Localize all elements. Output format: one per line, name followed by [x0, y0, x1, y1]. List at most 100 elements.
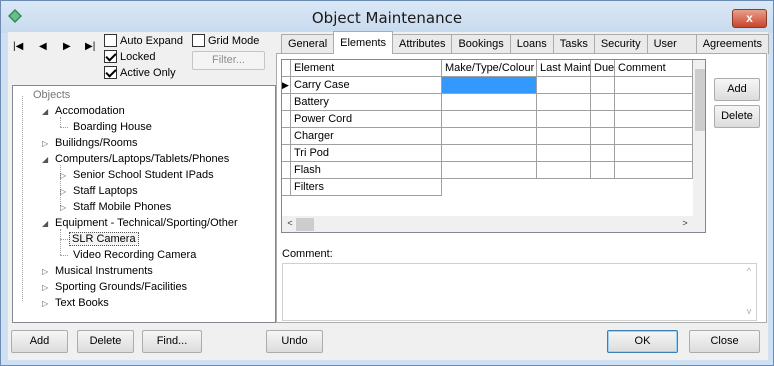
- table-row-cell[interactable]: Charger: [291, 128, 442, 145]
- scroll-down-icon[interactable]: v: [742, 306, 756, 316]
- expanded-triangle-icon[interactable]: ◢: [42, 108, 50, 116]
- active-only-checkbox[interactable]: Active Only: [104, 66, 176, 79]
- tab-agreements[interactable]: Agreements: [695, 34, 769, 54]
- object-tree[interactable]: Objects ◢ Accomodation Boarding House ▷ …: [12, 85, 276, 323]
- tab-tasks[interactable]: Tasks: [552, 34, 595, 54]
- scroll-right-icon[interactable]: >: [678, 218, 692, 228]
- collapsed-triangle-icon[interactable]: ▷: [60, 188, 68, 196]
- tree-node-boarding-house[interactable]: Boarding House: [71, 120, 154, 135]
- table-row-cell[interactable]: [591, 145, 615, 162]
- ok-button[interactable]: OK: [607, 330, 678, 353]
- collapsed-triangle-icon[interactable]: ▷: [42, 300, 50, 308]
- table-row-cell[interactable]: [537, 162, 591, 179]
- table-row-cell[interactable]: Carry Case: [291, 77, 442, 94]
- table-row-cell[interactable]: [615, 94, 693, 111]
- tab-elements[interactable]: Elements: [333, 31, 393, 54]
- table-row-cell[interactable]: [591, 94, 615, 111]
- table-row-cell[interactable]: Flash: [291, 162, 442, 179]
- previous-record-icon[interactable]: ◀: [39, 41, 47, 52]
- first-record-icon[interactable]: |◀: [13, 41, 23, 52]
- collapsed-triangle-icon[interactable]: ▷: [42, 268, 50, 276]
- tree-node-buildings[interactable]: Builidngs/Rooms: [53, 136, 140, 151]
- element-delete-button[interactable]: Delete: [714, 105, 760, 128]
- tree-node-laptops[interactable]: Staff Laptops: [71, 184, 140, 199]
- table-row-cell[interactable]: Filters: [291, 179, 442, 196]
- next-record-icon[interactable]: ▶: [63, 41, 71, 52]
- vertical-scroll-thumb[interactable]: [695, 69, 705, 131]
- tree-node-textbooks[interactable]: Text Books: [53, 296, 111, 311]
- table-row-cell[interactable]: [615, 111, 693, 128]
- horizontal-scroll-thumb[interactable]: [296, 218, 314, 231]
- scroll-up-icon[interactable]: ^: [742, 266, 756, 276]
- table-row-cell[interactable]: [537, 128, 591, 145]
- selected-cell[interactable]: [442, 77, 537, 94]
- find-button[interactable]: Find...: [142, 330, 202, 353]
- element-add-button[interactable]: Add: [714, 78, 760, 101]
- table-row-cell[interactable]: [537, 77, 591, 94]
- table-row-cell[interactable]: Power Cord: [291, 111, 442, 128]
- collapsed-triangle-icon[interactable]: ▷: [42, 284, 50, 292]
- grid-horizontal-scrollbar[interactable]: < >: [282, 216, 705, 232]
- column-header-comment[interactable]: Comment: [615, 60, 693, 77]
- tree-node-root[interactable]: Objects: [31, 88, 72, 103]
- tree-node-ipads[interactable]: Senior School Student IPads: [71, 168, 216, 183]
- add-button[interactable]: Add: [11, 330, 68, 353]
- tree-node-slr-camera[interactable]: SLR Camera: [69, 232, 139, 247]
- close-button[interactable]: Close: [689, 330, 760, 353]
- tab-attributes[interactable]: Attributes: [392, 34, 453, 54]
- tab-loans[interactable]: Loans: [509, 34, 554, 54]
- delete-button[interactable]: Delete: [77, 330, 134, 353]
- tree-node-musical[interactable]: Musical Instruments: [53, 264, 155, 279]
- table-row-cell[interactable]: [591, 77, 615, 94]
- scroll-left-icon[interactable]: <: [283, 218, 297, 228]
- filter-button[interactable]: Filter...: [192, 51, 265, 70]
- table-row-cell[interactable]: [591, 111, 615, 128]
- table-row-cell[interactable]: [537, 94, 591, 111]
- table-row-cell[interactable]: [615, 145, 693, 162]
- tab-bookings[interactable]: Bookings: [451, 34, 511, 54]
- table-row-cell[interactable]: [591, 128, 615, 145]
- table-row-cell[interactable]: [442, 162, 537, 179]
- locked-checkbox[interactable]: Locked: [104, 50, 155, 63]
- tab-user-forms[interactable]: User Forms: [646, 34, 697, 69]
- window-close-button[interactable]: x: [732, 9, 767, 28]
- expanded-triangle-icon[interactable]: ◢: [42, 156, 50, 164]
- tree-node-mobiles[interactable]: Staff Mobile Phones: [71, 200, 173, 215]
- locked-box[interactable]: [104, 50, 117, 63]
- table-row-cell[interactable]: [615, 128, 693, 145]
- tree-node-video-camera[interactable]: Video Recording Camera: [71, 248, 198, 263]
- table-row-cell[interactable]: [442, 128, 537, 145]
- column-header-make[interactable]: Make/Type/Colour: [442, 60, 537, 77]
- table-row-cell[interactable]: [442, 111, 537, 128]
- table-row-cell[interactable]: [615, 162, 693, 179]
- undo-button[interactable]: Undo: [266, 330, 323, 353]
- tree-node-equipment[interactable]: Equipment - Technical/Sporting/Other: [53, 216, 240, 231]
- last-record-icon[interactable]: ▶|: [85, 41, 95, 52]
- collapsed-triangle-icon[interactable]: ▷: [60, 204, 68, 212]
- grid-vertical-scrollbar[interactable]: [693, 60, 705, 216]
- column-header-last-maint[interactable]: Last Maint: [537, 60, 591, 77]
- column-header-element[interactable]: Element: [291, 60, 442, 77]
- table-row-cell[interactable]: [537, 145, 591, 162]
- table-row-cell[interactable]: [537, 111, 591, 128]
- tree-node-computers[interactable]: Computers/Laptops/Tablets/Phones: [53, 152, 231, 167]
- grid-mode-box[interactable]: [192, 34, 205, 47]
- elements-grid[interactable]: Element Make/Type/Colour Last Maint Due …: [281, 59, 706, 233]
- tab-general[interactable]: General: [281, 34, 335, 54]
- table-row-cell[interactable]: [442, 94, 537, 111]
- column-header-due[interactable]: Due: [591, 60, 615, 77]
- comment-textarea[interactable]: ^ v: [282, 263, 757, 321]
- tree-node-sporting[interactable]: Sporting Grounds/Facilities: [53, 280, 189, 295]
- table-row-cell[interactable]: Battery: [291, 94, 442, 111]
- auto-expand-box[interactable]: [104, 34, 117, 47]
- table-row-cell[interactable]: [615, 77, 693, 94]
- tree-node-accomodation[interactable]: Accomodation: [53, 104, 127, 119]
- grid-mode-checkbox[interactable]: Grid Mode: [192, 34, 259, 47]
- active-only-box[interactable]: [104, 66, 117, 79]
- title-bar[interactable]: Object Maintenance x: [1, 1, 773, 33]
- table-row-cell[interactable]: [442, 145, 537, 162]
- table-row-cell[interactable]: [591, 162, 615, 179]
- tab-security[interactable]: Security: [593, 34, 648, 54]
- auto-expand-checkbox[interactable]: Auto Expand: [104, 34, 183, 47]
- expanded-triangle-icon[interactable]: ◢: [42, 220, 50, 228]
